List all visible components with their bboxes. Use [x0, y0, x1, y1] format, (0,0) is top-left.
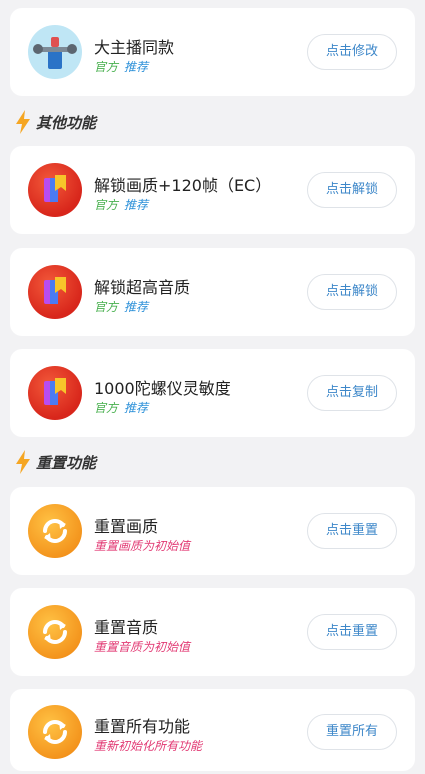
item-tags: 官方 推荐: [94, 399, 148, 416]
item-tags: 官方 推荐: [94, 196, 148, 213]
tag-official: 官方: [94, 401, 119, 415]
list-item: 重置画质 重置画质为初始值 点击重置: [10, 487, 415, 575]
tag-recommend: 推荐: [124, 198, 149, 212]
list-item: 重置音质 重置音质为初始值 点击重置: [10, 588, 415, 676]
reset-button[interactable]: 点击重置: [307, 513, 397, 549]
top-card-tags: 官方 推荐: [94, 58, 148, 75]
lightning-bolt-icon: [16, 110, 30, 134]
modify-button[interactable]: 点击修改: [307, 34, 397, 70]
item-subtitle: 重置音质为初始值: [94, 640, 191, 654]
unlock-button[interactable]: 点击解锁: [307, 172, 397, 208]
list-item: 解锁画质+120帧（EC） 官方 推荐 点击解锁: [10, 146, 415, 234]
item-title: 解锁超高音质: [94, 278, 191, 297]
section-label: 重置功能: [36, 453, 97, 472]
list-item: 1000陀螺仪灵敏度 官方 推荐 点击复制: [10, 349, 415, 437]
tool-wrench-icon: [28, 25, 82, 79]
unlock-button[interactable]: 点击解锁: [307, 274, 397, 310]
top-card-title: 大主播同款: [94, 38, 175, 57]
list-item: 解锁超高音质 官方 推荐 点击解锁: [10, 248, 415, 336]
unlock-badge-icon: [28, 265, 82, 319]
item-title: 重置所有功能: [94, 717, 191, 736]
item-title: 1000陀螺仪灵敏度: [94, 379, 231, 398]
list-item: 重置所有功能 重新初始化所有功能 重置所有: [10, 689, 415, 771]
item-title: 重置音质: [94, 618, 159, 637]
copy-button[interactable]: 点击复制: [307, 375, 397, 411]
lightning-bolt-icon: [16, 450, 30, 474]
item-title: 解锁画质+120帧（EC）: [94, 176, 272, 195]
refresh-icon: [28, 605, 82, 659]
item-subtitle: 重新初始化所有功能: [94, 739, 203, 753]
reset-button[interactable]: 点击重置: [307, 614, 397, 650]
item-subtitle: 重置画质为初始值: [94, 539, 191, 553]
refresh-icon: [28, 705, 82, 759]
top-card: 大主播同款 官方 推荐 点击修改: [10, 8, 415, 96]
section-label: 其他功能: [36, 113, 97, 132]
section-header-reset: 重置功能: [14, 450, 96, 474]
tag-recommend: 推荐: [124, 300, 149, 314]
section-header-other: 其他功能: [14, 110, 96, 134]
tag-official: 官方: [94, 60, 119, 74]
tag-official: 官方: [94, 198, 119, 212]
item-title: 重置画质: [94, 517, 159, 536]
tag-official: 官方: [94, 300, 119, 314]
refresh-icon: [28, 504, 82, 558]
item-tags: 官方 推荐: [94, 298, 148, 315]
unlock-badge-icon: [28, 366, 82, 420]
reset-all-button[interactable]: 重置所有: [307, 714, 397, 750]
unlock-badge-icon: [28, 163, 82, 217]
tag-recommend: 推荐: [124, 401, 149, 415]
tag-recommend: 推荐: [124, 60, 149, 74]
